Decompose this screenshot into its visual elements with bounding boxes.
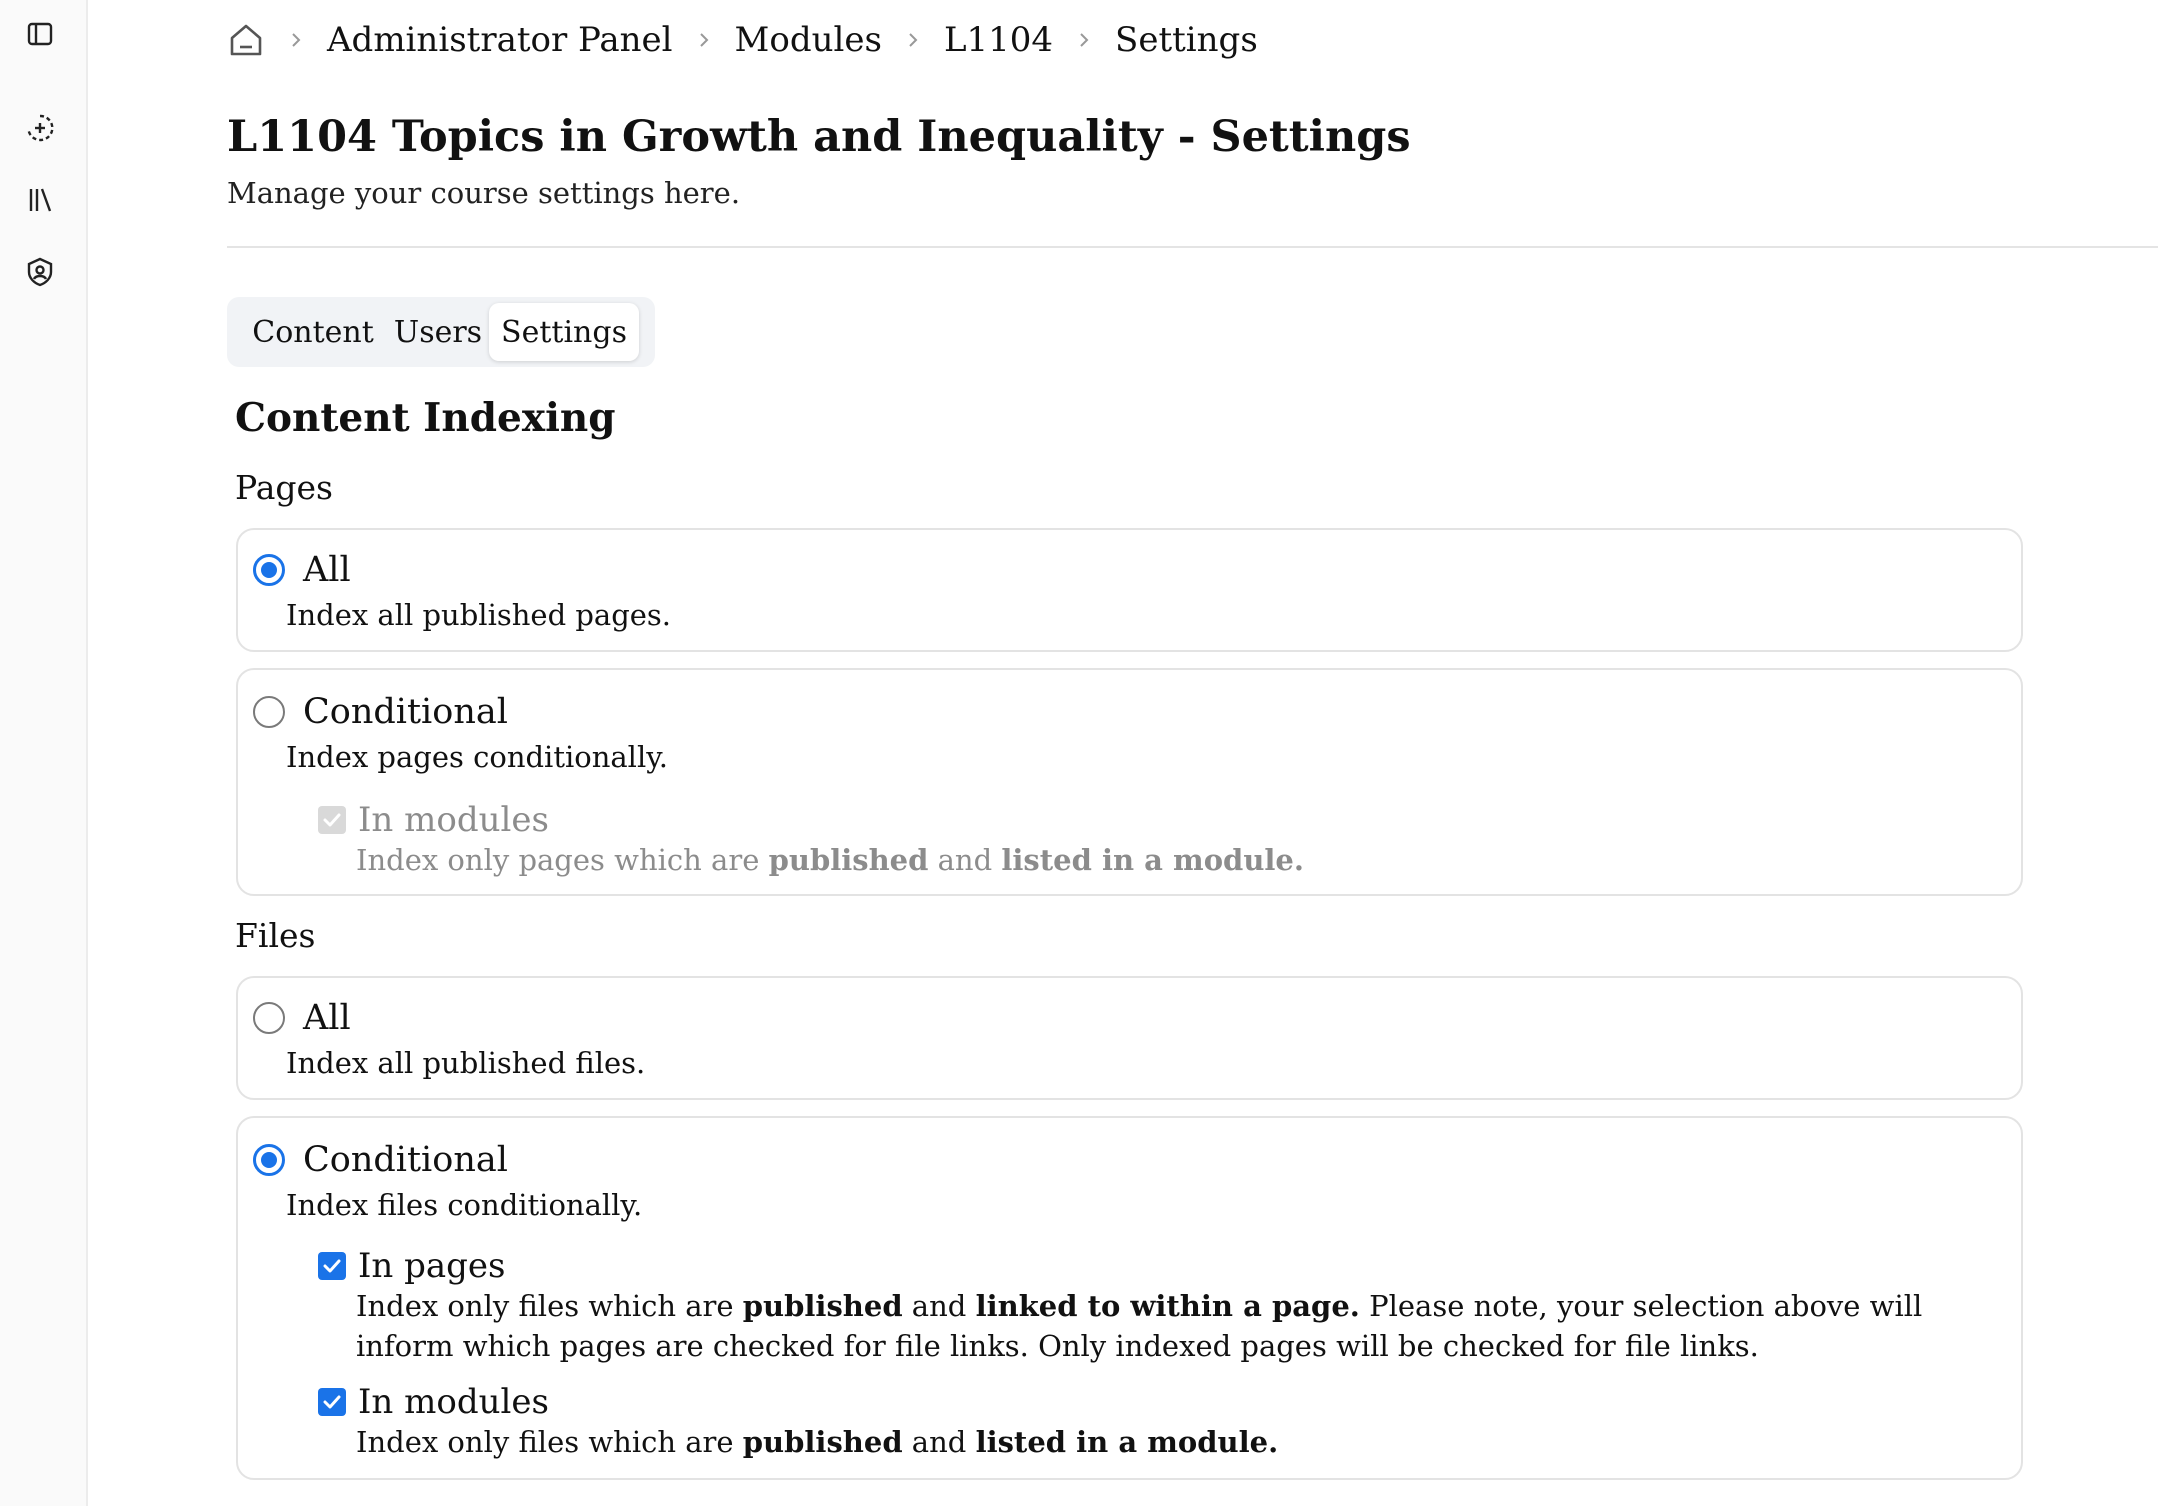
checkbox-label: In modules (358, 800, 549, 840)
option-description: Index pages conditionally. (286, 740, 668, 774)
files-group-label: Files (235, 916, 316, 955)
sidebar-toggle-icon[interactable] (20, 14, 60, 54)
page-subtitle: Manage your course settings here. (227, 176, 741, 210)
pages-conditional-radio-row[interactable]: Conditional (253, 692, 508, 732)
pages-all-radio[interactable] (253, 554, 285, 586)
section-title: Content Indexing (235, 395, 616, 441)
chevron-right-icon (695, 31, 713, 49)
files-in-pages-checkbox[interactable] (318, 1252, 346, 1280)
tab-settings[interactable]: Settings (489, 303, 639, 361)
checkbox-description: Index only files which are published and… (356, 1425, 1279, 1459)
breadcrumb-item-module-code[interactable]: L1104 (944, 20, 1053, 60)
files-in-modules-checkbox-row[interactable]: In modules (318, 1382, 549, 1422)
checkbox-description: Index only files which are published and… (356, 1289, 1923, 1363)
files-all-option[interactable]: All Index all published files. (236, 976, 2023, 1100)
new-chat-icon[interactable] (20, 108, 60, 148)
breadcrumb-item-settings: Settings (1115, 20, 1258, 60)
pages-in-modules-checkbox-row: In modules (318, 800, 549, 840)
sidebar (0, 0, 88, 1506)
files-in-pages-checkbox-row[interactable]: In pages (318, 1246, 506, 1286)
admin-shield-icon[interactable] (20, 252, 60, 292)
tab-users[interactable]: Users (393, 303, 483, 361)
files-conditional-radio-row[interactable]: Conditional (253, 1140, 508, 1180)
page-title: L1104 Topics in Growth and Inequality - … (227, 112, 1411, 162)
pages-all-option[interactable]: All Index all published pages. (236, 528, 2023, 652)
option-label: Conditional (303, 1140, 508, 1180)
pages-in-modules-checkbox (318, 806, 346, 834)
breadcrumb-item-admin-panel[interactable]: Administrator Panel (327, 20, 673, 60)
pages-all-radio-row[interactable]: All (253, 550, 351, 590)
divider (227, 246, 2158, 248)
checkbox-description: Index only pages which are published and… (356, 843, 1304, 877)
files-in-modules-checkbox[interactable] (318, 1388, 346, 1416)
home-icon[interactable] (227, 21, 265, 59)
option-label: All (303, 550, 351, 590)
option-label: Conditional (303, 692, 508, 732)
chevron-right-icon (1075, 31, 1093, 49)
pages-conditional-option[interactable]: Conditional Index pages conditionally. I… (236, 668, 2023, 896)
option-description: Index files conditionally. (286, 1188, 643, 1222)
checkbox-label: In modules (358, 1382, 549, 1422)
tab-bar: Content Users Settings (227, 297, 655, 367)
breadcrumb-item-modules[interactable]: Modules (735, 20, 882, 60)
option-label: All (303, 998, 351, 1038)
pages-conditional-radio[interactable] (253, 696, 285, 728)
breadcrumb: Administrator Panel Modules L1104 Settin… (227, 14, 1258, 66)
files-all-radio[interactable] (253, 1002, 285, 1034)
chevron-right-icon (904, 31, 922, 49)
library-icon[interactable] (20, 180, 60, 220)
option-description: Index all published files. (286, 1046, 646, 1080)
files-all-radio-row[interactable]: All (253, 998, 351, 1038)
files-conditional-option[interactable]: Conditional Index files conditionally. I… (236, 1116, 2023, 1480)
pages-group-label: Pages (235, 468, 333, 507)
checkbox-label: In pages (358, 1246, 506, 1286)
option-description: Index all published pages. (286, 598, 672, 632)
files-conditional-radio[interactable] (253, 1144, 285, 1176)
tab-content[interactable]: Content (233, 303, 393, 361)
chevron-right-icon (287, 31, 305, 49)
